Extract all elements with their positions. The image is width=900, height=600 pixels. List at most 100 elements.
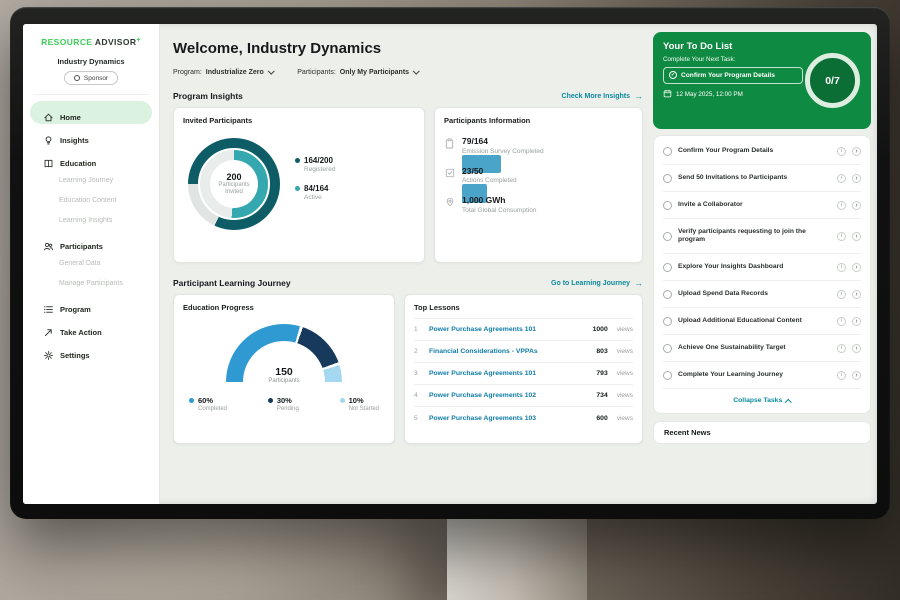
chevron-down-icon xyxy=(413,68,419,74)
lesson-link[interactable]: Power Purchase Agreements 101 xyxy=(429,370,589,377)
collapse-tasks-link[interactable]: Collapse Tasks xyxy=(663,389,861,411)
chevron-right-icon[interactable]: › xyxy=(852,174,861,183)
legend-item-not-started: 10% Not Started xyxy=(340,396,379,412)
lesson-views-unit: views xyxy=(617,348,633,355)
task-label: Send 50 Invitations to Participants xyxy=(678,174,831,183)
info-icon[interactable]: i xyxy=(837,371,846,380)
task-checkbox[interactable] xyxy=(663,201,672,210)
task-checkbox[interactable] xyxy=(663,371,672,380)
lesson-link[interactable]: Power Purchase Agreements 102 xyxy=(429,392,589,399)
chevron-right-icon[interactable]: › xyxy=(852,147,861,156)
stat-emission-survey: 79/164 Emission Survey Completed xyxy=(444,136,633,155)
gauge-center-label: Participants xyxy=(226,378,342,384)
sidebar-item-label: Education Content xyxy=(59,197,117,204)
sidebar-item-participants[interactable]: Participants xyxy=(30,230,152,253)
sidebar-item-manage-participants[interactable]: Manage Participants xyxy=(30,273,152,293)
task-checkbox[interactable] xyxy=(663,317,672,326)
sidebar-item-learning-insights[interactable]: Learning Insights xyxy=(30,210,152,230)
task-checkbox[interactable] xyxy=(663,174,672,183)
participants-information-card: Participants Information 79/164 Emission… xyxy=(434,107,643,263)
task-row-explore-insights[interactable]: Explore Your Insights Dashboard i › xyxy=(663,254,861,281)
task-checkbox[interactable] xyxy=(663,147,672,156)
task-checkbox[interactable] xyxy=(663,263,672,272)
lesson-views: 803 xyxy=(596,348,607,355)
logo-secondary: ADVISOR xyxy=(95,37,137,47)
monitor-stand xyxy=(447,512,587,600)
task-row-send-invitations[interactable]: Send 50 Invitations to Participants i › xyxy=(663,165,861,192)
chevron-right-icon[interactable]: › xyxy=(852,232,861,241)
next-task-box[interactable]: ✓ Confirm Your Program Details xyxy=(663,67,803,84)
donut-center: 200 Participants Invited xyxy=(210,160,258,208)
sidebar-item-label: Learning Insights xyxy=(59,217,112,224)
sidebar-item-program[interactable]: Program xyxy=(30,293,152,316)
info-icon[interactable]: i xyxy=(837,201,846,210)
chevron-right-icon[interactable]: › xyxy=(852,371,861,380)
invited-participants-card: Invited Participants 200 Participants In… xyxy=(173,107,425,263)
info-icon[interactable]: i xyxy=(837,263,846,272)
donut-center-value: 200 xyxy=(226,172,241,182)
info-icon[interactable]: i xyxy=(837,290,846,299)
lesson-row: 4 Power Purchase Agreements 102 734 view… xyxy=(414,385,633,407)
arrow-right-icon: → xyxy=(634,278,643,288)
sponsor-badge: Sponsor xyxy=(64,71,118,85)
task-row-upload-educational-content[interactable]: Upload Additional Educational Content i … xyxy=(663,308,861,335)
sidebar-item-education[interactable]: Education xyxy=(30,147,152,170)
chevron-right-icon[interactable]: › xyxy=(852,201,861,210)
sidebar-item-general-data[interactable]: General Data xyxy=(30,253,152,273)
todo-title: Your To Do List xyxy=(663,41,861,52)
participants-dropdown[interactable]: Participants: Only My Participants xyxy=(297,69,418,76)
sidebar-item-learning-journey[interactable]: Learning Journey xyxy=(30,170,152,190)
donut-legend: 164/200 Registered 84/164 Active xyxy=(295,156,335,212)
sidebar-item-settings[interactable]: Settings xyxy=(30,339,152,362)
lesson-views-unit: views xyxy=(617,370,633,377)
check-more-insights-link[interactable]: Check More Insights → xyxy=(562,91,643,101)
monitor-bezel: RESOURCE ADVISOR+ Industry Dynamics Spon… xyxy=(10,7,890,519)
due-date-label: 12 May 2025, 12:00 PM xyxy=(676,91,743,98)
chevron-right-icon[interactable]: › xyxy=(852,317,861,326)
legend-item-pending: 30% Pending xyxy=(268,396,299,412)
info-icon[interactable]: i xyxy=(837,344,846,353)
sidebar-item-insights[interactable]: Insights xyxy=(30,124,152,147)
info-icon[interactable]: i xyxy=(837,317,846,326)
info-icon[interactable]: i xyxy=(837,174,846,183)
go-to-learning-journey-link[interactable]: Go to Learning Journey → xyxy=(551,278,643,288)
list-icon xyxy=(43,304,54,315)
sidebar-item-label: Take Action xyxy=(60,328,102,337)
task-row-upload-spend-data[interactable]: Upload Spend Data Records i › xyxy=(663,281,861,308)
task-row-invite-collaborator[interactable]: Invite a Collaborator i › xyxy=(663,192,861,219)
chevron-right-icon[interactable]: › xyxy=(852,290,861,299)
sidebar-item-home[interactable]: Home xyxy=(30,101,152,124)
todo-tasks-card: Confirm Your Program Details i › Send 50… xyxy=(653,135,871,414)
legend-pct: 60% xyxy=(198,396,213,405)
home-icon xyxy=(43,112,54,123)
gauge-legend: 60% Completed 30% Pending xyxy=(183,396,385,412)
lesson-link[interactable]: Financial Considerations - VPPAs xyxy=(429,348,589,355)
lesson-views: 734 xyxy=(596,392,607,399)
task-row-achieve-sustainability-target[interactable]: Achieve One Sustainability Target i › xyxy=(663,335,861,362)
sidebar-item-education-content[interactable]: Education Content xyxy=(30,190,152,210)
scene: RESOURCE ADVISOR+ Industry Dynamics Spon… xyxy=(0,0,900,600)
arrow-up-right-icon xyxy=(43,327,54,338)
info-icon[interactable]: i xyxy=(837,147,846,156)
sidebar-item-label: Education xyxy=(60,159,96,168)
task-row-verify-participants[interactable]: Verify participants requesting to join t… xyxy=(663,219,861,254)
task-checkbox[interactable] xyxy=(663,290,672,299)
people-icon xyxy=(43,241,54,252)
lesson-row: 2 Financial Considerations - VPPAs 803 v… xyxy=(414,341,633,363)
chevron-right-icon[interactable]: › xyxy=(852,263,861,272)
task-checkbox[interactable] xyxy=(663,344,672,353)
chevron-right-icon[interactable]: › xyxy=(852,344,861,353)
task-label: Complete Your Learning Journey xyxy=(678,371,831,380)
program-dropdown[interactable]: Program: Industrialize Zero xyxy=(173,69,273,76)
task-checkbox[interactable] xyxy=(663,232,672,241)
task-row-confirm-program[interactable]: Confirm Your Program Details i › xyxy=(663,138,861,165)
stat-label: Total Global Consumption xyxy=(462,207,536,214)
screen: RESOURCE ADVISOR+ Industry Dynamics Spon… xyxy=(23,24,877,504)
lesson-link[interactable]: Power Purchase Agreements 101 xyxy=(429,326,586,333)
task-row-complete-learning-journey[interactable]: Complete Your Learning Journey i › xyxy=(663,362,861,389)
sidebar-item-take-action[interactable]: Take Action xyxy=(30,316,152,339)
checklist-icon xyxy=(444,166,455,185)
page-title: Welcome, Industry Dynamics xyxy=(173,40,643,57)
info-icon[interactable]: i xyxy=(837,232,846,241)
lesson-link[interactable]: Power Purchase Agreements 103 xyxy=(429,415,589,422)
